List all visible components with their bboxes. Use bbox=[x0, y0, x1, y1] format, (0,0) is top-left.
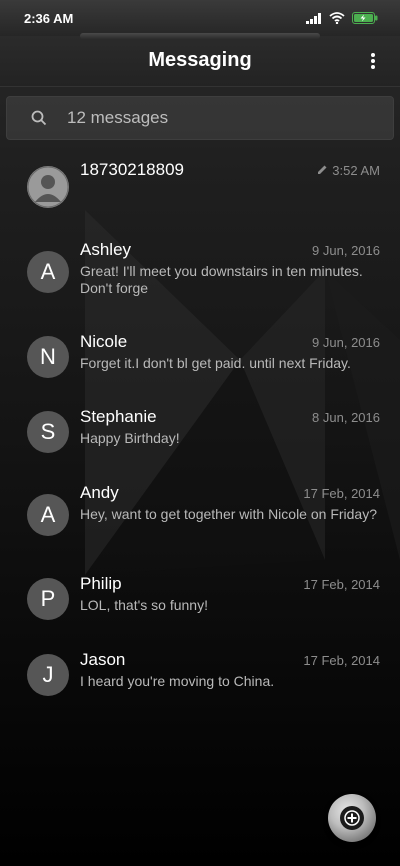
status-time: 2:36 AM bbox=[24, 11, 74, 26]
message-date: 17 Feb, 2014 bbox=[303, 653, 380, 668]
person-icon bbox=[27, 166, 69, 208]
avatar: S bbox=[27, 411, 69, 453]
conversation-item[interactable]: N Nicole 9 Jun, 2016 Forget it.I don't b… bbox=[0, 332, 400, 382]
message-preview: I heard you're moving to China. bbox=[80, 673, 275, 689]
contact-name: Philip bbox=[80, 574, 122, 593]
conversation-item[interactable]: P Philip 17 Feb, 2014 LOL, that's so fun… bbox=[0, 574, 400, 624]
avatar: P bbox=[27, 578, 69, 620]
conversation-item[interactable]: A Ashley 9 Jun, 2016 Great! I'll meet yo… bbox=[0, 240, 400, 300]
message-date: 17 Feb, 2014 bbox=[303, 486, 380, 501]
message-date: 8 Jun, 2016 bbox=[312, 410, 380, 425]
search-input[interactable]: 12 messages bbox=[67, 108, 168, 128]
status-bar: 2:36 AM bbox=[0, 0, 400, 36]
message-preview: Happy Birthday! bbox=[80, 430, 180, 446]
message-preview: Great! I'll meet you downstairs in ten m… bbox=[80, 263, 363, 296]
compose-button[interactable] bbox=[328, 794, 376, 842]
battery-charging-icon bbox=[352, 11, 378, 29]
compose-plus-icon bbox=[340, 806, 364, 830]
conversation-item[interactable]: J Jason 17 Feb, 2014 I heard you're movi… bbox=[0, 650, 400, 700]
avatar: A bbox=[27, 251, 69, 293]
contact-name: Andy bbox=[80, 483, 119, 502]
signal-icon bbox=[306, 11, 322, 29]
status-icons bbox=[306, 11, 378, 29]
message-preview: Hey, want to get together with Nicole on… bbox=[80, 506, 378, 522]
header-ridge bbox=[80, 33, 320, 39]
message-date: 9 Jun, 2016 bbox=[312, 335, 380, 350]
conversation-item[interactable]: S Stephanie 8 Jun, 2016 Happy Birthday! bbox=[0, 407, 400, 457]
contact-name: Ashley bbox=[80, 240, 132, 259]
avatar: J bbox=[27, 654, 69, 696]
search-icon bbox=[31, 110, 47, 131]
more-vert-icon[interactable] bbox=[368, 52, 378, 70]
contact-name: Stephanie bbox=[80, 407, 157, 426]
wifi-icon bbox=[329, 11, 345, 29]
draft-pencil-icon bbox=[318, 165, 327, 174]
message-preview: LOL, that's so funny! bbox=[80, 597, 208, 613]
message-date: 3:52 AM bbox=[317, 163, 380, 178]
contact-name: 18730218809 bbox=[80, 160, 185, 179]
app-header: Messaging bbox=[0, 33, 400, 87]
avatar: A bbox=[27, 494, 69, 536]
message-date: 17 Feb, 2014 bbox=[303, 577, 380, 592]
avatar bbox=[27, 166, 69, 208]
search-bar[interactable]: 12 messages bbox=[6, 96, 394, 140]
message-date: 9 Jun, 2016 bbox=[312, 243, 380, 258]
contact-name: Nicole bbox=[80, 332, 128, 351]
page-title: Messaging bbox=[148, 49, 252, 71]
conversation-item[interactable]: A Andy 17 Feb, 2014 Hey, want to get tog… bbox=[0, 483, 400, 543]
contact-name: Jason bbox=[80, 650, 126, 669]
message-preview: Forget it.I don't bl get paid. until nex… bbox=[80, 355, 351, 371]
avatar: N bbox=[27, 336, 69, 378]
conversation-item[interactable]: 18730218809 3:52 AM bbox=[0, 160, 400, 220]
